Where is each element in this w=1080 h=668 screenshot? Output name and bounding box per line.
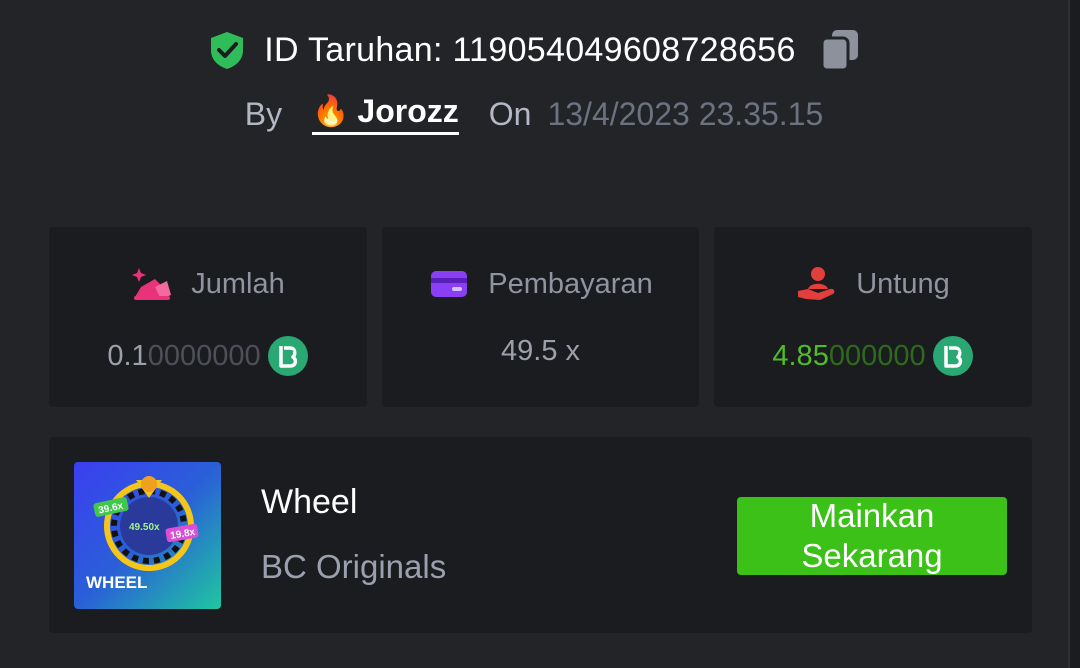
profit-label: Untung	[856, 267, 950, 300]
profit-value-trailing: 000000	[828, 339, 926, 372]
by-label: By	[244, 95, 283, 132]
amount-value-main: 0.1	[107, 339, 148, 372]
thumb-label-2: 49.50x	[129, 522, 160, 533]
amount-label: Jumlah	[191, 267, 285, 300]
payout-label: Pembayaran	[488, 267, 653, 300]
amount-value-trailing: 0000000	[147, 339, 261, 372]
bet-amount-icon	[132, 268, 172, 300]
bet-id-row: ID Taruhan: 119054049608728656	[0, 22, 1068, 78]
bc-coin-icon	[267, 336, 308, 376]
thumb-title: WHEEL	[86, 573, 147, 592]
payout-value-text: 49.5 x	[501, 335, 580, 367]
user-link[interactable]: 🔥 Jorozz	[312, 93, 459, 135]
username: Jorozz	[357, 93, 459, 129]
wheel-game-art: 39.6x 49.50x 19.8x WHEEL	[74, 462, 221, 609]
bet-meta-row: By 🔥 Jorozz On 13/4/2023 23.35.15	[0, 88, 1068, 140]
game-card: 39.6x 49.50x 19.8x WHEEL Wheel BC Origin…	[49, 437, 1032, 633]
bet-id-text: ID Taruhan: 119054049608728656	[264, 31, 795, 70]
bet-id-label: ID Taruhan:	[264, 30, 443, 69]
amount-value: 0.1 0000000	[49, 335, 367, 377]
game-thumbnail[interactable]: 39.6x 49.50x 19.8x WHEEL	[74, 462, 221, 609]
profit-value-main: 4.85	[772, 339, 829, 372]
on-label: On	[488, 95, 532, 132]
profit-hand-icon	[798, 267, 835, 300]
game-provider: BC Originals	[261, 548, 447, 585]
profit-card: Untung 4.85 000000	[714, 227, 1032, 407]
play-now-button[interactable]: Mainkan Sekarang	[737, 497, 1007, 575]
bet-datetime: 13/4/2023 23.35.15	[547, 95, 824, 132]
bet-id-value: 119054049608728656	[452, 30, 796, 69]
amount-card: Jumlah 0.1 0000000	[49, 227, 367, 407]
payout-card: Pembayaran 49.5 x	[382, 227, 699, 407]
verified-shield-icon	[211, 32, 244, 69]
profit-value: 4.85 000000	[714, 335, 1032, 377]
payout-value: 49.5 x	[382, 335, 699, 368]
fire-icon: 🔥	[312, 95, 350, 128]
copy-icon[interactable]	[820, 28, 860, 72]
bc-coin-icon	[932, 336, 973, 376]
game-name: Wheel	[261, 483, 358, 521]
scroll-edge	[1068, 0, 1080, 668]
payout-card-icon	[431, 271, 468, 297]
